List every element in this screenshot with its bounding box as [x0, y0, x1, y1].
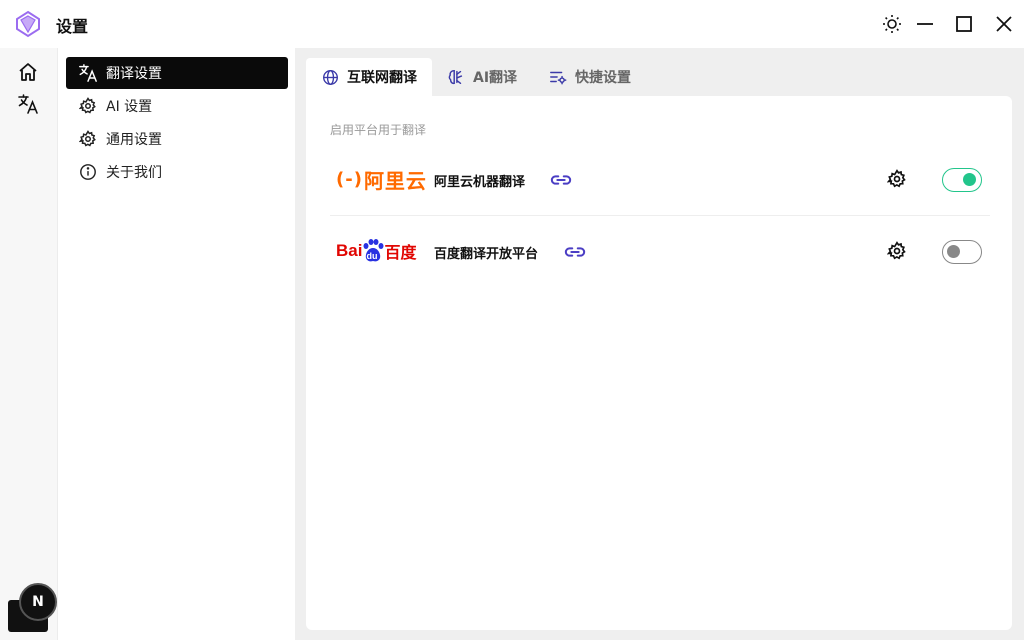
aliyun-logo: (-) 阿里云	[336, 166, 427, 193]
aliyun-logo-text: 阿里云	[363, 168, 427, 193]
close-icon[interactable]	[992, 12, 1016, 36]
baidu-logo: Bai du 百度	[336, 238, 416, 264]
sidebar-item-label: 通用设置	[106, 132, 162, 148]
title-bar: 设置	[0, 0, 1024, 48]
gear-icon	[78, 96, 98, 116]
tab-ai-translation[interactable]: AI翻译	[447, 58, 517, 96]
translate-icon[interactable]	[16, 92, 40, 116]
provider-enable-toggle[interactable]	[942, 240, 982, 264]
app-logo-icon	[14, 10, 42, 38]
window-title: 设置	[56, 17, 89, 36]
settings-sidebar: 翻译设置 AI 设置 通用设置 关于我们	[57, 48, 295, 640]
sidebar-item-ai-settings[interactable]: AI 设置	[66, 90, 288, 122]
tab-internet-translation[interactable]: 互联网翻译	[306, 58, 432, 96]
provider-settings-gear-icon[interactable]	[886, 168, 908, 190]
panel-hint: 启用平台用于翻译	[330, 123, 427, 137]
globe-icon	[321, 68, 339, 86]
brain-icon	[447, 68, 465, 86]
toggle-knob	[947, 245, 960, 258]
icon-rail: N	[0, 48, 57, 640]
link-icon[interactable]	[550, 169, 572, 191]
tab-shortcut-settings[interactable]: 快捷设置	[549, 58, 631, 96]
sidebar-item-general-settings[interactable]: 通用设置	[66, 123, 288, 155]
tab-label: 快捷设置	[575, 70, 631, 86]
tab-label: AI翻译	[473, 70, 518, 86]
provider-name: 阿里云机器翻译	[434, 175, 526, 190]
sidebar-item-label: AI 设置	[106, 99, 153, 115]
link-icon[interactable]	[564, 241, 586, 263]
baidu-logo-text: 百度	[384, 243, 417, 262]
home-icon[interactable]	[16, 60, 40, 84]
sidebar-item-translation-settings[interactable]: 翻译设置	[66, 57, 288, 89]
sidebar-item-label: 翻译设置	[106, 66, 162, 82]
provider-name: 百度翻译开放平台	[434, 247, 539, 262]
maximize-icon[interactable]	[952, 12, 976, 36]
avatar[interactable]: N	[19, 583, 57, 621]
tab-label: 互联网翻译	[347, 70, 417, 86]
settings-list-icon	[549, 68, 567, 86]
provider-settings-gear-icon[interactable]	[886, 240, 908, 262]
sidebar-item-label: 关于我们	[106, 165, 162, 181]
minimize-icon[interactable]	[913, 12, 937, 36]
provider-row-aliyun: (-) 阿里云 阿里云机器翻译	[330, 144, 990, 216]
baidu-logo-bai: Bai	[336, 241, 363, 260]
sidebar-item-about-us[interactable]: 关于我们	[66, 156, 288, 188]
baidu-logo-du: du	[366, 251, 378, 261]
provider-enable-toggle[interactable]	[942, 168, 982, 192]
baidu-paw-icon: du	[362, 238, 384, 264]
main-content: 互联网翻译 AI翻译 快捷设置 启用平台用于翻译 (-) 阿里云 阿里云机器翻译…	[295, 48, 1024, 640]
toggle-knob	[963, 173, 976, 186]
translate-icon	[78, 63, 98, 83]
theme-toggle-sun-icon[interactable]	[880, 12, 904, 36]
aliyun-logo-mark: (-)	[336, 168, 363, 190]
gear-icon	[78, 129, 98, 149]
translation-platform-panel: 启用平台用于翻译 (-) 阿里云 阿里云机器翻译 Bai du 百度 百度翻译开…	[306, 96, 1012, 630]
provider-row-baidu: Bai du 百度 百度翻译开放平台	[330, 216, 990, 288]
info-icon	[78, 162, 98, 182]
